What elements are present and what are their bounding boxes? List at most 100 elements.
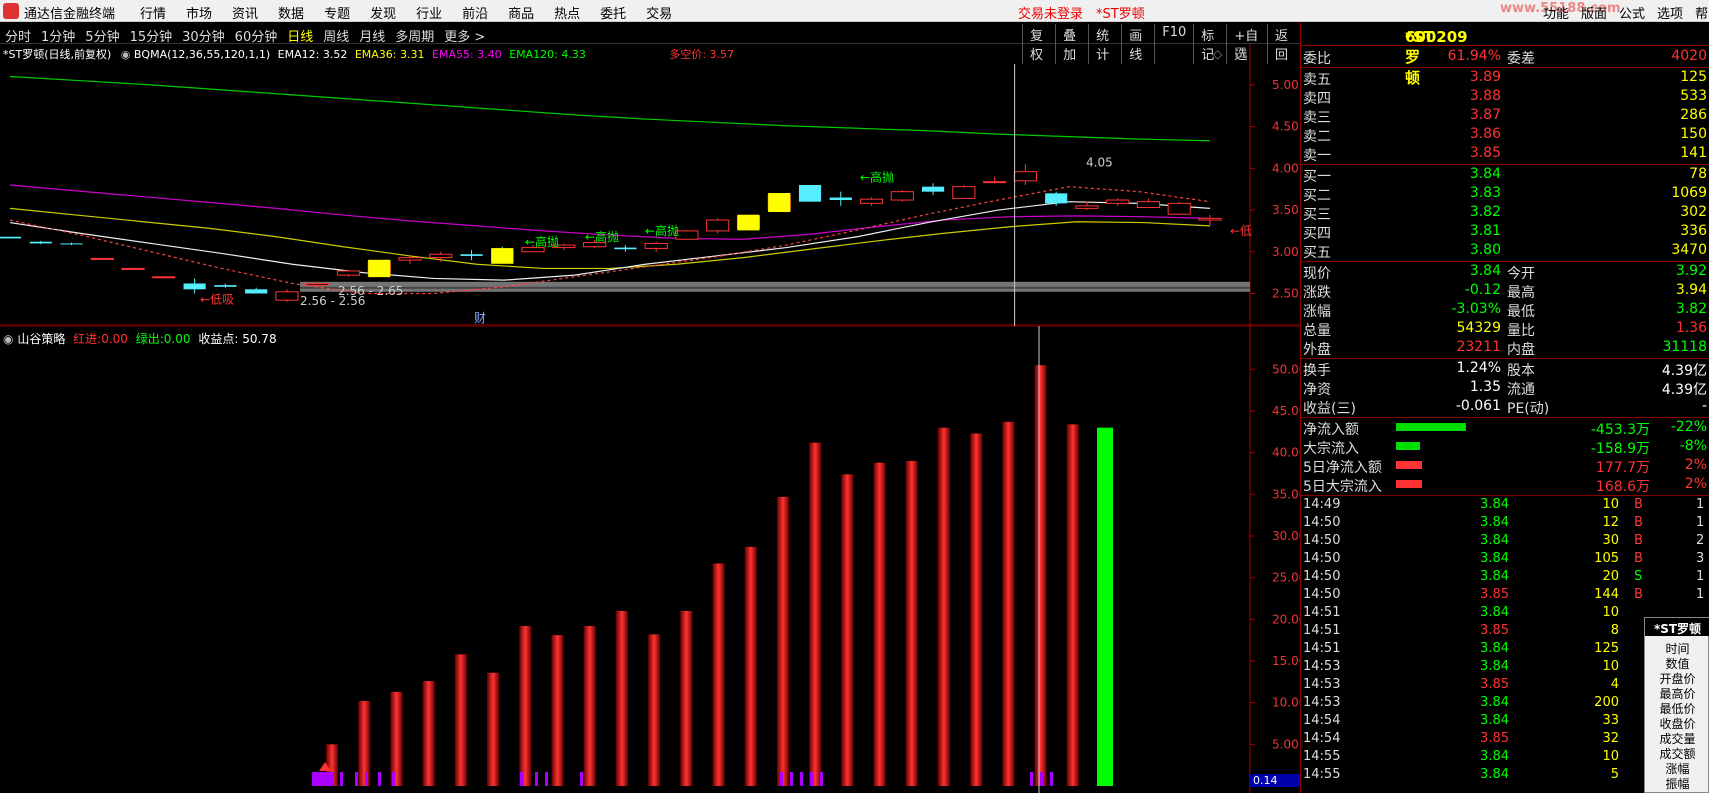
ask-row[interactable]: 卖五 3.89 125: [1301, 69, 1709, 88]
volume-tick: [1040, 772, 1043, 786]
kline-settings-icon[interactable]: ◉: [121, 48, 131, 61]
tick-volume: 200: [1594, 695, 1619, 710]
indicator-tick-label: 25.00: [1272, 571, 1300, 585]
period-tab[interactable]: 60分钟: [235, 26, 278, 45]
bid-row[interactable]: 买五 3.80 3470: [1301, 242, 1709, 261]
candle-body-up: [706, 219, 730, 232]
menu-item[interactable]: 商品: [508, 3, 534, 22]
ask-volume: 286: [1680, 107, 1707, 123]
indicator-bar: [1034, 365, 1047, 786]
right-menu-item[interactable]: 选项: [1657, 3, 1683, 22]
ask-price: 3.87: [1469, 107, 1501, 123]
quote-value: 3.84: [1469, 263, 1501, 279]
popup-item: 时间: [1665, 642, 1690, 656]
quote-label: 外盘: [1303, 342, 1331, 358]
period-tab[interactable]: 5分钟: [85, 26, 119, 45]
quote-row: 收益(三) -0.061 PE(动) -: [1301, 398, 1709, 417]
bid-label: 买四: [1303, 226, 1331, 242]
candle-body-up: [1198, 217, 1222, 221]
period-tab[interactable]: 15分钟: [130, 26, 173, 45]
ask-volume: 150: [1680, 126, 1707, 142]
period-tab[interactable]: 30分钟: [182, 26, 225, 45]
menu-item[interactable]: 市场: [186, 3, 212, 22]
quote-row: 现价 3.84 今开 3.92: [1301, 263, 1709, 282]
quote-label: 股本: [1507, 363, 1535, 379]
menu-item[interactable]: 数据: [278, 3, 304, 22]
menu-item[interactable]: 行业: [416, 3, 442, 22]
indicator-panel[interactable]: 50.00 45.00 40.00 35.00 30.00 25.00 20.00 15.00…: [0, 326, 1300, 793]
ema120-value: EMA120: 4.33: [509, 48, 586, 61]
flow-percent: -22%: [1670, 419, 1707, 435]
popup-items: 时间 数值 开盘价 最高价 最低价 收盘价 成交量 成交额 涨幅 振幅: [1645, 640, 1709, 791]
quote-value: 4.39亿: [1661, 363, 1707, 379]
tick-price: 3.85: [1480, 731, 1509, 746]
indicator-name[interactable]: 山谷策略: [17, 332, 65, 346]
period-tab[interactable]: 多周期: [395, 26, 434, 45]
indicator-bar: [1002, 421, 1015, 786]
indicator-bar: [519, 626, 532, 786]
menu-item[interactable]: 交易: [646, 3, 672, 22]
tick-count: 1: [1696, 587, 1705, 602]
popup-item: 数值: [1665, 657, 1690, 671]
ema120-line: [9, 75, 1211, 142]
menu-bar: 通达信金融终端 行情 市场 资讯 数据 专题 发现 行业 前沿 商品 热点 委托 交易 交易未登录 *…: [0, 0, 1709, 22]
divider: [1301, 164, 1709, 165]
tick-price: 3.84: [1480, 497, 1509, 512]
period-tab[interactable]: 日线: [287, 26, 313, 45]
volume-tick: [810, 772, 813, 786]
menu-item[interactable]: 前沿: [462, 3, 488, 22]
tick-volume: 30: [1602, 533, 1619, 548]
period-tabs: 分时 1分钟 5分钟 15分钟 30分钟 60分钟 日线 周线 月线 多周期 更多 >: [5, 26, 485, 45]
tick-price: 3.84: [1480, 659, 1509, 674]
kline-chart[interactable]: 5.00 4.50 4.00 3.50 3.00 2.50 ←低吸 ←高抛 ←高抛 ←高抛 ←高抛 2…: [0, 44, 1300, 326]
bid-label: 买五: [1303, 245, 1331, 261]
quote-value: 1.24%: [1456, 360, 1501, 376]
period-tab[interactable]: 更多 >: [444, 26, 485, 45]
tick-volume: 125: [1594, 641, 1619, 656]
flow-label: 5日净流入额: [1303, 460, 1382, 476]
period-tab[interactable]: 周线: [323, 26, 349, 45]
ask-row[interactable]: 卖四 3.88 533: [1301, 88, 1709, 107]
right-menu-item[interactable]: 版面: [1581, 3, 1607, 22]
price-tick-label: 4.50: [1272, 120, 1299, 134]
weicha-label: 委差: [1507, 51, 1535, 67]
menu-item[interactable]: 行情: [140, 3, 166, 22]
indicator-tick-label: 35.00: [1272, 487, 1300, 501]
tick-volume: 12: [1602, 515, 1619, 530]
main-menu: 行情 市场 资讯 数据 专题 发现 行业 前沿 商品 热点 委托 交易: [140, 3, 672, 22]
ask-row[interactable]: 卖一 3.85 141: [1301, 145, 1709, 164]
login-status[interactable]: 交易未登录: [1018, 3, 1083, 22]
tick-price: 3.84: [1480, 551, 1509, 566]
bid-row[interactable]: 买四 3.81 336: [1301, 223, 1709, 242]
stock-tag[interactable]: *ST罗顿: [1096, 3, 1145, 22]
kline-indicator-name[interactable]: BQMA(12,36,55,120,1,1): [134, 48, 270, 61]
tick-count: 1: [1696, 569, 1705, 584]
period-tab[interactable]: 1分钟: [41, 26, 75, 45]
period-tab[interactable]: 分时: [5, 26, 31, 45]
menu-item[interactable]: 委托: [600, 3, 626, 22]
menu-item[interactable]: 专题: [324, 3, 350, 22]
bid-row[interactable]: 买一 3.84 78: [1301, 166, 1709, 185]
menu-item[interactable]: 资讯: [232, 3, 258, 22]
bid-row[interactable]: 买三 3.82 302: [1301, 204, 1709, 223]
tick-volume: 10: [1602, 605, 1619, 620]
bid-row[interactable]: 买二 3.83 1069: [1301, 185, 1709, 204]
right-menu-item[interactable]: 帮: [1695, 3, 1708, 22]
right-menu-item[interactable]: 功能: [1543, 3, 1569, 22]
period-tab[interactable]: 月线: [359, 26, 385, 45]
candle-body-up: [429, 253, 453, 259]
right-menu-item[interactable]: 公式: [1619, 3, 1645, 22]
support-band: [300, 281, 1250, 292]
menu-item[interactable]: 发现: [370, 3, 396, 22]
tick-time: 14:54: [1303, 713, 1341, 728]
ask-row[interactable]: 卖二 3.86 150: [1301, 126, 1709, 145]
indicator-tick-label: 50.00: [1272, 362, 1300, 376]
gaopao-label: ←高抛: [645, 223, 679, 238]
flow-value: 168.6万: [1595, 479, 1650, 495]
quote-label: 收益(三): [1303, 401, 1356, 417]
ask-row[interactable]: 卖三 3.87 286: [1301, 107, 1709, 126]
bid-price: 3.84: [1469, 166, 1501, 182]
indicator-settings-icon[interactable]: ◉: [3, 332, 13, 346]
bid-price: 3.82: [1469, 204, 1501, 220]
menu-item[interactable]: 热点: [554, 3, 580, 22]
